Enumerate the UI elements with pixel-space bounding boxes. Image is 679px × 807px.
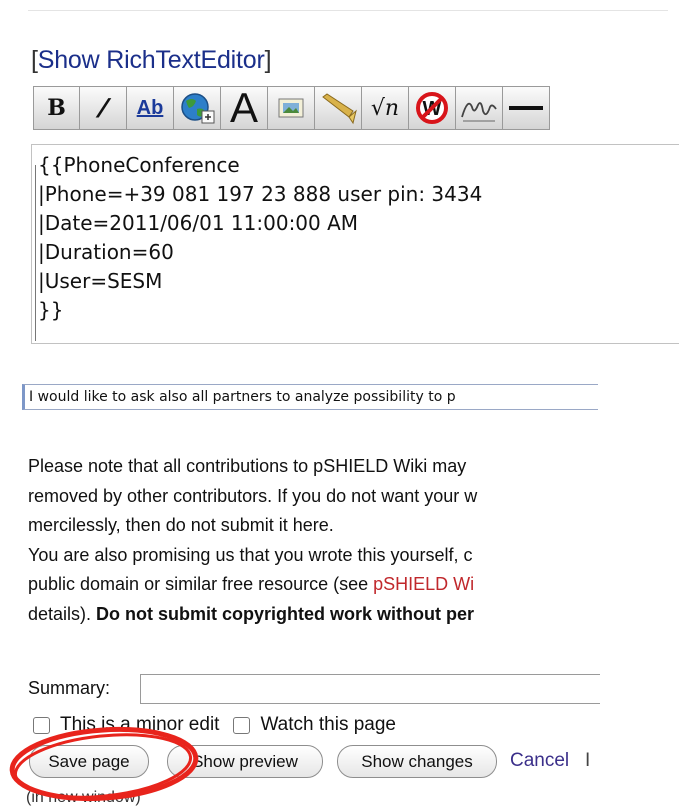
copyright-warning: Do not submit copyrighted work without p… bbox=[96, 603, 475, 624]
headline-a-icon: A bbox=[229, 84, 258, 131]
reason-text-field[interactable]: I would like to ask also all partners to… bbox=[22, 384, 598, 410]
minor-edit-checkbox[interactable] bbox=[33, 716, 50, 734]
summary-input[interactable] bbox=[140, 674, 600, 704]
edit-toolbar: B / Ab A √n W bbox=[33, 86, 550, 130]
picture-icon bbox=[278, 98, 304, 118]
math-formula-button[interactable]: √n bbox=[362, 86, 409, 130]
internal-link-button[interactable]: Ab bbox=[127, 86, 174, 130]
nowiki-icon: W bbox=[416, 92, 448, 124]
horn-icon bbox=[322, 93, 357, 125]
editor-left-guide bbox=[35, 165, 36, 341]
italic-icon: / bbox=[95, 92, 111, 123]
save-page-button[interactable]: Save page bbox=[29, 745, 149, 778]
cancel-link[interactable]: Cancel bbox=[510, 750, 569, 772]
sqrt-icon: √n bbox=[370, 95, 400, 121]
embedded-file-button[interactable] bbox=[268, 86, 315, 130]
editor-line: }} bbox=[38, 298, 64, 322]
minor-edit-label: This is a minor edit bbox=[60, 714, 220, 735]
media-link-button[interactable] bbox=[315, 86, 362, 130]
show-rte-label: Show RichTextEditor bbox=[37, 46, 265, 74]
link-separator: I bbox=[585, 750, 591, 771]
editor-line: |User=SESM bbox=[38, 269, 163, 293]
bold-icon: B bbox=[47, 95, 66, 121]
link-ab-icon: Ab bbox=[136, 96, 164, 119]
editor-line: |Duration=60 bbox=[38, 240, 174, 264]
italic-button[interactable]: / bbox=[80, 86, 127, 130]
signature-icon bbox=[461, 102, 497, 122]
hr-line-icon bbox=[509, 106, 543, 110]
bold-button[interactable]: B bbox=[33, 86, 80, 130]
show-preview-button[interactable]: Show preview bbox=[167, 745, 323, 778]
globe-icon bbox=[181, 93, 215, 124]
editor-line: |Phone=+39 081 197 23 888 user pin: 3434 bbox=[38, 182, 483, 206]
editor-line: |Date=2011/06/01 11:00:00 AM bbox=[38, 211, 359, 235]
signature-button[interactable] bbox=[456, 86, 503, 130]
notice-line: details). Do not submit copyrighted work… bbox=[28, 603, 475, 624]
summary-label: Summary: bbox=[28, 678, 111, 698]
notice-line: Please note that all contributions to pS… bbox=[28, 456, 467, 476]
notice-line: removed by other contributors. If you do… bbox=[28, 485, 478, 506]
external-link-button[interactable] bbox=[174, 86, 221, 130]
wikitext-editor[interactable]: {{PhoneConference |Phone=+39 081 197 23 … bbox=[31, 144, 679, 344]
nowiki-button[interactable]: W bbox=[409, 86, 456, 130]
headline-button[interactable]: A bbox=[221, 86, 268, 130]
new-window-note: (in new window) bbox=[26, 789, 141, 806]
copyright-notice: Please note that all contributions to pS… bbox=[28, 452, 598, 629]
editor-line: {{PhoneConference bbox=[38, 153, 240, 177]
show-rich-text-editor-link[interactable]: [Show RichTextEditor] bbox=[31, 46, 272, 75]
show-changes-button[interactable]: Show changes bbox=[337, 745, 497, 778]
notice-line: You are also promising us that you wrote… bbox=[28, 544, 473, 565]
edit-options: This is a minor edit Watch this page bbox=[33, 714, 410, 736]
notice-line: mercilessly, then do not submit it here. bbox=[28, 515, 334, 535]
notice-line: public domain or similar free resource (… bbox=[28, 574, 475, 594]
watch-page-checkbox[interactable] bbox=[233, 716, 251, 734]
watch-page-label: Watch this page bbox=[260, 714, 396, 735]
copyright-page-link[interactable]: pSHIELD Wi bbox=[373, 574, 474, 594]
top-divider bbox=[28, 10, 668, 11]
horizontal-line-button[interactable] bbox=[503, 86, 550, 130]
